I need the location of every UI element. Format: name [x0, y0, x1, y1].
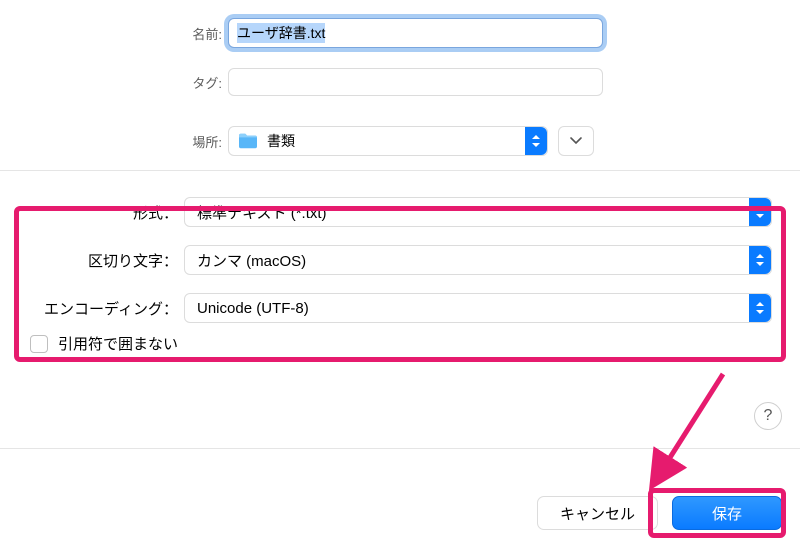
quotes-checkbox[interactable]	[30, 335, 48, 353]
encoding-select[interactable]: Unicode (UTF-8)	[184, 293, 772, 323]
quotes-checkbox-label: 引用符で囲まない	[58, 333, 178, 354]
updown-icon	[749, 246, 771, 274]
updown-icon	[749, 198, 771, 226]
expand-button[interactable]	[558, 126, 594, 156]
updown-icon	[525, 127, 547, 155]
location-popup[interactable]: 書類	[228, 126, 548, 156]
tags-input[interactable]	[228, 68, 603, 96]
format-label: 形式：	[0, 202, 184, 223]
format-select[interactable]: 標準テキスト (*.txt)	[184, 197, 772, 227]
folder-icon	[237, 132, 259, 150]
arrow-annotation	[635, 368, 735, 498]
encoding-label: エンコーディング：	[0, 298, 184, 319]
tags-label: タグ:	[0, 73, 228, 92]
name-label: 名前:	[0, 24, 228, 43]
encoding-value: Unicode (UTF-8)	[197, 300, 309, 317]
cancel-button[interactable]: キャンセル	[537, 496, 658, 530]
delimiter-select[interactable]: カンマ (macOS)	[184, 245, 772, 275]
delimiter-label: 区切り文字：	[0, 250, 184, 271]
help-button[interactable]: ?	[754, 402, 782, 430]
filename-input[interactable]	[228, 18, 603, 48]
delimiter-value: カンマ (macOS)	[197, 250, 306, 271]
location-value: 書類	[267, 131, 295, 151]
format-value: 標準テキスト (*.txt)	[197, 202, 327, 223]
chevron-down-icon	[569, 134, 583, 149]
save-button[interactable]: 保存	[672, 496, 782, 530]
location-label: 場所:	[0, 132, 228, 151]
updown-icon	[749, 294, 771, 322]
